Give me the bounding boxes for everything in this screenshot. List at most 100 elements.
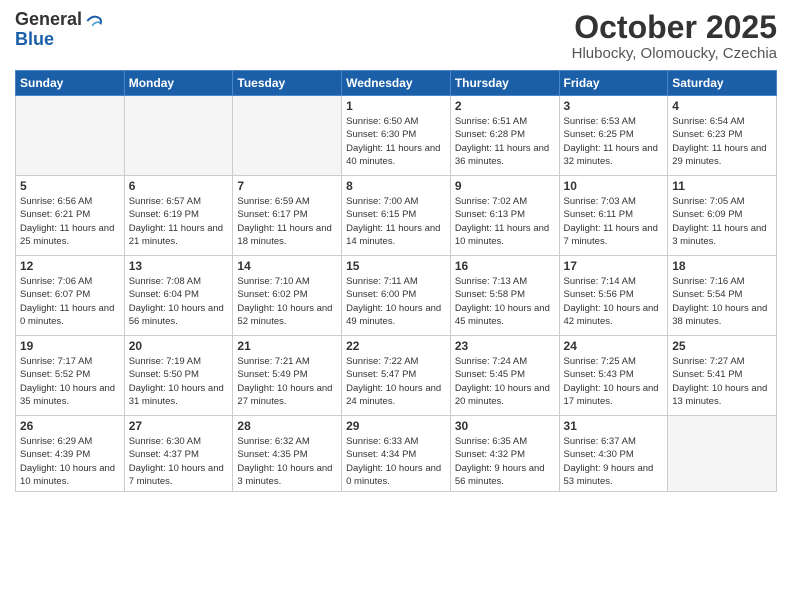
day-of-week-header: Monday <box>124 71 233 96</box>
day-info: Sunrise: 6:30 AM Sunset: 4:37 PM Dayligh… <box>129 435 229 488</box>
calendar-cell: 12 Sunrise: 7:06 AM Sunset: 6:07 PM Dayli… <box>16 256 125 336</box>
day-of-week-header: Thursday <box>450 71 559 96</box>
day-number: 5 <box>20 179 120 193</box>
calendar-week-row: 5Sunrise: 6:56 AM Sunset: 6:21 PM Daylig… <box>16 176 777 256</box>
day-info: Sunrise: 6:54 AM Sunset: 6:23 PM Dayligh… <box>672 115 772 168</box>
day-info: Sunrise: 7:13 AM Sunset: 5:58 PM Dayligh… <box>455 275 555 328</box>
calendar-week-row: 12 Sunrise: 7:06 AM Sunset: 6:07 PM Dayli… <box>16 256 777 336</box>
calendar-cell: 25Sunrise: 7:27 AM Sunset: 5:41 PM Dayli… <box>668 336 777 416</box>
day-info: Sunrise: 6:51 AM Sunset: 6:28 PM Dayligh… <box>455 115 555 168</box>
calendar-cell: 17 Sunrise: 7:14 AM Sunset: 5:56 PM Dayli… <box>559 256 668 336</box>
day-number: 12 <box>20 259 120 273</box>
day-of-week-header: Tuesday <box>233 71 342 96</box>
day-info: Sunrise: 7:14 AM Sunset: 5:56 PM Dayligh… <box>564 275 664 328</box>
calendar-cell <box>233 96 342 176</box>
calendar-week-row: 1 Sunrise: 6:50 AM Sunset: 6:30 PM Daylig… <box>16 96 777 176</box>
day-info: Sunrise: 6:59 AM Sunset: 6:17 PM Dayligh… <box>237 195 337 248</box>
day-number: 6 <box>129 179 229 193</box>
day-info: Sunrise: 6:53 AM Sunset: 6:25 PM Dayligh… <box>564 115 664 168</box>
day-number: 21 <box>237 339 337 353</box>
calendar-cell <box>668 416 777 492</box>
calendar-cell: 30 Sunrise: 6:35 AM Sunset: 4:32 PM Dayli… <box>450 416 559 492</box>
calendar-cell: 8 Sunrise: 7:00 AM Sunset: 6:15 PM Daylig… <box>342 176 451 256</box>
day-number: 7 <box>237 179 337 193</box>
logo: General Blue <box>15 10 102 50</box>
day-number: 18 <box>672 259 772 273</box>
day-of-week-header: Friday <box>559 71 668 96</box>
calendar-cell: 15 Sunrise: 7:11 AM Sunset: 6:00 PM Dayli… <box>342 256 451 336</box>
day-number: 30 <box>455 419 555 433</box>
location: Hlubocky, Olomoucky, Czechia <box>572 45 777 62</box>
day-number: 26 <box>20 419 120 433</box>
day-number: 11 <box>672 179 772 193</box>
day-number: 27 <box>129 419 229 433</box>
day-number: 10 <box>564 179 664 193</box>
day-info: Sunrise: 7:19 AM Sunset: 5:50 PM Dayligh… <box>129 355 229 408</box>
calendar-cell: 9 Sunrise: 7:02 AM Sunset: 6:13 PM Daylig… <box>450 176 559 256</box>
day-number: 15 <box>346 259 446 273</box>
day-number: 20 <box>129 339 229 353</box>
logo-blue: Blue <box>15 30 54 50</box>
day-number: 28 <box>237 419 337 433</box>
day-info: Sunrise: 6:50 AM Sunset: 6:30 PM Dayligh… <box>346 115 446 168</box>
day-info: Sunrise: 7:03 AM Sunset: 6:11 PM Dayligh… <box>564 195 664 248</box>
title-block: October 2025 Hlubocky, Olomoucky, Czechi… <box>572 10 777 62</box>
calendar-cell: 2Sunrise: 6:51 AM Sunset: 6:28 PM Daylig… <box>450 96 559 176</box>
day-number: 23 <box>455 339 555 353</box>
calendar-cell: 7 Sunrise: 6:59 AM Sunset: 6:17 PM Daylig… <box>233 176 342 256</box>
day-number: 1 <box>346 99 446 113</box>
day-number: 8 <box>346 179 446 193</box>
day-info: Sunrise: 7:21 AM Sunset: 5:49 PM Dayligh… <box>237 355 337 408</box>
day-number: 3 <box>564 99 664 113</box>
day-info: Sunrise: 7:11 AM Sunset: 6:00 PM Dayligh… <box>346 275 446 328</box>
calendar-cell: 21 Sunrise: 7:21 AM Sunset: 5:49 PM Dayli… <box>233 336 342 416</box>
logo-general: General <box>15 9 82 29</box>
calendar-cell: 18 Sunrise: 7:16 AM Sunset: 5:54 PM Dayli… <box>668 256 777 336</box>
day-number: 16 <box>455 259 555 273</box>
day-number: 14 <box>237 259 337 273</box>
calendar-cell: 1 Sunrise: 6:50 AM Sunset: 6:30 PM Daylig… <box>342 96 451 176</box>
day-info: Sunrise: 7:05 AM Sunset: 6:09 PM Dayligh… <box>672 195 772 248</box>
day-number: 22 <box>346 339 446 353</box>
calendar-cell: 10 Sunrise: 7:03 AM Sunset: 6:11 PM Dayli… <box>559 176 668 256</box>
day-info: Sunrise: 6:57 AM Sunset: 6:19 PM Dayligh… <box>129 195 229 248</box>
day-number: 24 <box>564 339 664 353</box>
day-info: Sunrise: 7:16 AM Sunset: 5:54 PM Dayligh… <box>672 275 772 328</box>
calendar-cell: 27 Sunrise: 6:30 AM Sunset: 4:37 PM Dayli… <box>124 416 233 492</box>
day-number: 13 <box>129 259 229 273</box>
day-info: Sunrise: 6:32 AM Sunset: 4:35 PM Dayligh… <box>237 435 337 488</box>
calendar-cell: 28 Sunrise: 6:32 AM Sunset: 4:35 PM Dayli… <box>233 416 342 492</box>
day-info: Sunrise: 7:06 AM Sunset: 6:07 PM Dayligh… <box>20 275 120 328</box>
calendar-cell: 11 Sunrise: 7:05 AM Sunset: 6:09 PM Dayli… <box>668 176 777 256</box>
calendar-cell: 20 Sunrise: 7:19 AM Sunset: 5:50 PM Dayli… <box>124 336 233 416</box>
day-info: Sunrise: 7:02 AM Sunset: 6:13 PM Dayligh… <box>455 195 555 248</box>
calendar-cell: 24 Sunrise: 7:25 AM Sunset: 5:43 PM Dayli… <box>559 336 668 416</box>
calendar-cell: 22 Sunrise: 7:22 AM Sunset: 5:47 PM Dayli… <box>342 336 451 416</box>
day-of-week-header: Sunday <box>16 71 125 96</box>
day-info: Sunrise: 6:33 AM Sunset: 4:34 PM Dayligh… <box>346 435 446 488</box>
day-of-week-header: Saturday <box>668 71 777 96</box>
day-info: Sunrise: 7:00 AM Sunset: 6:15 PM Dayligh… <box>346 195 446 248</box>
calendar-cell: 6 Sunrise: 6:57 AM Sunset: 6:19 PM Daylig… <box>124 176 233 256</box>
day-info: Sunrise: 7:25 AM Sunset: 5:43 PM Dayligh… <box>564 355 664 408</box>
day-info: Sunrise: 6:35 AM Sunset: 4:32 PM Dayligh… <box>455 435 555 488</box>
day-number: 29 <box>346 419 446 433</box>
calendar-cell <box>124 96 233 176</box>
day-info: Sunrise: 7:22 AM Sunset: 5:47 PM Dayligh… <box>346 355 446 408</box>
day-info: Sunrise: 7:10 AM Sunset: 6:02 PM Dayligh… <box>237 275 337 328</box>
day-number: 17 <box>564 259 664 273</box>
logo-icon <box>84 14 102 28</box>
page: General Blue October 2025 Hlubocky, Olom… <box>0 0 792 612</box>
calendar-cell: 31Sunrise: 6:37 AM Sunset: 4:30 PM Dayli… <box>559 416 668 492</box>
day-of-week-header: Wednesday <box>342 71 451 96</box>
calendar-cell <box>16 96 125 176</box>
calendar-header-row: SundayMondayTuesdayWednesdayThursdayFrid… <box>16 71 777 96</box>
day-info: Sunrise: 7:27 AM Sunset: 5:41 PM Dayligh… <box>672 355 772 408</box>
calendar-week-row: 19Sunrise: 7:17 AM Sunset: 5:52 PM Dayli… <box>16 336 777 416</box>
calendar-cell: 5Sunrise: 6:56 AM Sunset: 6:21 PM Daylig… <box>16 176 125 256</box>
day-info: Sunrise: 7:17 AM Sunset: 5:52 PM Dayligh… <box>20 355 120 408</box>
day-number: 9 <box>455 179 555 193</box>
month-title: October 2025 <box>572 10 777 45</box>
calendar-cell: 23Sunrise: 7:24 AM Sunset: 5:45 PM Dayli… <box>450 336 559 416</box>
calendar-cell: 16 Sunrise: 7:13 AM Sunset: 5:58 PM Dayli… <box>450 256 559 336</box>
